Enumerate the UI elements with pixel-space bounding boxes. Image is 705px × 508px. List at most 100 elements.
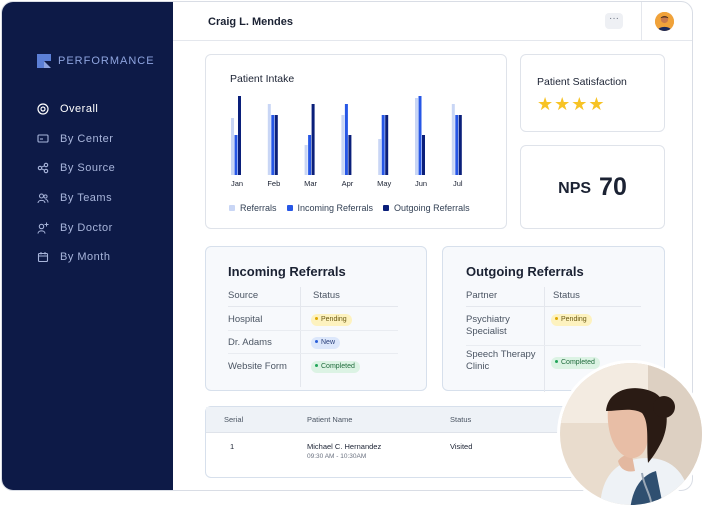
patient-intake-card: Patient Intake Jan Feb Mar Apr May Jun Jul Ref… — [205, 54, 507, 229]
bar-incoming-referrals-jun[interactable] — [418, 96, 422, 175]
bar-outgoing-referrals-jan[interactable] — [238, 96, 241, 175]
sidebar-item-overall[interactable]: Overall — [36, 94, 115, 124]
source-cell: Dr. Adams — [228, 337, 272, 348]
sidebar-item-label: By Teams — [60, 191, 113, 204]
bar-incoming-referrals-jan[interactable] — [234, 135, 238, 175]
source-cell: Hospital — [228, 314, 263, 325]
column-header-status: Status — [450, 415, 472, 424]
nps-display: NPS 70 — [521, 146, 664, 228]
sidebar-item-label: By Source — [60, 162, 116, 175]
star-icon: ★ — [554, 94, 571, 114]
bar-outgoing-referrals-jul[interactable] — [458, 115, 462, 175]
status-text: New — [321, 339, 336, 346]
status-text: Pending — [561, 316, 587, 323]
x-tick-label: Jun — [415, 179, 427, 188]
bar-outgoing-referrals-mar[interactable] — [311, 104, 315, 175]
status-dot — [315, 339, 318, 343]
sidebar-item-by-center[interactable]: By Center — [36, 124, 115, 154]
appointment-time: 09:30 AM - 10:30AM — [307, 453, 367, 460]
x-tick-label: Feb — [267, 179, 280, 188]
column-header-status: Status — [313, 290, 340, 301]
column-header-status: Status — [553, 290, 580, 301]
bar-referrals-mar[interactable] — [304, 145, 308, 175]
bar-outgoing-referrals-jun[interactable] — [422, 135, 425, 175]
incoming-referrals-card: Incoming Referrals Source Status Hospita… — [205, 246, 427, 391]
patient-intake-chart: Jan Feb Mar Apr May Jun Jul — [231, 96, 463, 188]
patient-intake-title: Patient Intake — [230, 73, 295, 85]
monitor-icon — [36, 132, 50, 146]
x-tick-label: Jan — [231, 179, 243, 188]
bar-referrals-apr[interactable] — [341, 115, 345, 175]
status-badge: Pending — [551, 314, 592, 326]
star-icon: ★ — [537, 94, 554, 114]
bar-referrals-feb[interactable] — [267, 104, 271, 175]
brand[interactable]: PERFORMANCE — [37, 54, 155, 68]
sidebar: PERFORMANCE Overall By Center By Source — [2, 2, 173, 490]
incoming-referrals-title: Incoming Referrals — [228, 264, 346, 279]
column-divider — [544, 287, 545, 392]
star-rating: ★ ★ ★ ★ — [537, 95, 606, 113]
sidebar-item-by-teams[interactable]: By Teams — [36, 183, 115, 213]
doctor-photo — [557, 360, 705, 508]
patient-satisfaction-title: Patient Satisfaction — [537, 76, 627, 88]
topbar-divider — [641, 2, 642, 41]
status-text: Pending — [321, 316, 347, 323]
legend-swatch — [229, 205, 235, 211]
bar-referrals-jan[interactable] — [231, 118, 234, 175]
status-dot — [315, 316, 318, 320]
calendar-icon — [36, 250, 50, 264]
nps-card: NPS 70 — [520, 145, 665, 229]
status-dot — [555, 316, 558, 320]
doctor-illustration — [560, 363, 702, 505]
dashboard-icon — [36, 102, 50, 116]
bar-incoming-referrals-mar[interactable] — [308, 135, 312, 175]
bar-incoming-referrals-may[interactable] — [381, 115, 385, 175]
star-icon: ★ — [588, 94, 605, 114]
sidebar-item-by-doctor[interactable]: By Doctor — [36, 213, 115, 243]
status-badge: Pending — [311, 314, 352, 326]
x-tick-label: Apr — [342, 179, 354, 188]
status-badge: Completed — [551, 357, 600, 369]
bar-referrals-jul[interactable] — [451, 104, 455, 175]
avatar[interactable] — [655, 12, 674, 31]
status-badge: Completed — [311, 361, 360, 373]
bar-referrals-may[interactable] — [378, 139, 382, 175]
outgoing-referrals-title: Outgoing Referrals — [466, 264, 584, 279]
user-name: Craig L. Mendes — [208, 16, 293, 28]
more-options-button[interactable]: ··· — [605, 13, 623, 29]
sidebar-item-by-source[interactable]: By Source — [36, 153, 115, 183]
column-header-source: Source — [228, 290, 259, 301]
partner-cell: Psychiatry Specialist — [466, 314, 510, 337]
patient-name-cell: Michael C. Hernandez — [307, 442, 382, 451]
bar-referrals-jun[interactable] — [415, 98, 418, 175]
sidebar-nav: Overall By Center By Source By Teams By … — [36, 94, 115, 272]
column-header-serial: Serial — [224, 415, 244, 424]
bar-outgoing-referrals-feb[interactable] — [274, 115, 278, 175]
legend-item-referrals: Referrals — [229, 203, 277, 213]
bar-incoming-referrals-jul[interactable] — [455, 115, 459, 175]
sidebar-item-label: By Center — [60, 132, 114, 145]
user-avatar-icon — [655, 12, 674, 31]
column-divider — [300, 287, 301, 387]
star-icon: ★ — [571, 94, 588, 114]
sidebar-item-by-month[interactable]: By Month — [36, 242, 115, 272]
x-tick-label: Mar — [304, 179, 317, 188]
status-dot — [315, 363, 318, 367]
legend-swatch — [286, 205, 293, 211]
bar-incoming-referrals-apr[interactable] — [344, 104, 348, 175]
row-divider — [228, 353, 398, 354]
team-icon — [36, 191, 50, 205]
partner-cell: Speech Therapy Clinic — [466, 349, 536, 372]
chart-legend: Referrals Incoming Referrals Outgoing Re… — [229, 203, 480, 213]
status-text: Completed — [561, 359, 595, 366]
bar-outgoing-referrals-may[interactable] — [385, 115, 389, 175]
status-text: Completed — [321, 363, 355, 370]
sidebar-item-label: By Month — [60, 251, 111, 264]
bar-incoming-referrals-feb[interactable] — [271, 115, 275, 175]
row-divider — [228, 330, 398, 331]
legend-swatch — [383, 205, 390, 211]
column-header-partner: Partner — [466, 290, 498, 301]
legend-label: Outgoing Referrals — [394, 203, 470, 213]
header-divider — [466, 306, 641, 307]
bar-outgoing-referrals-apr[interactable] — [348, 135, 352, 175]
